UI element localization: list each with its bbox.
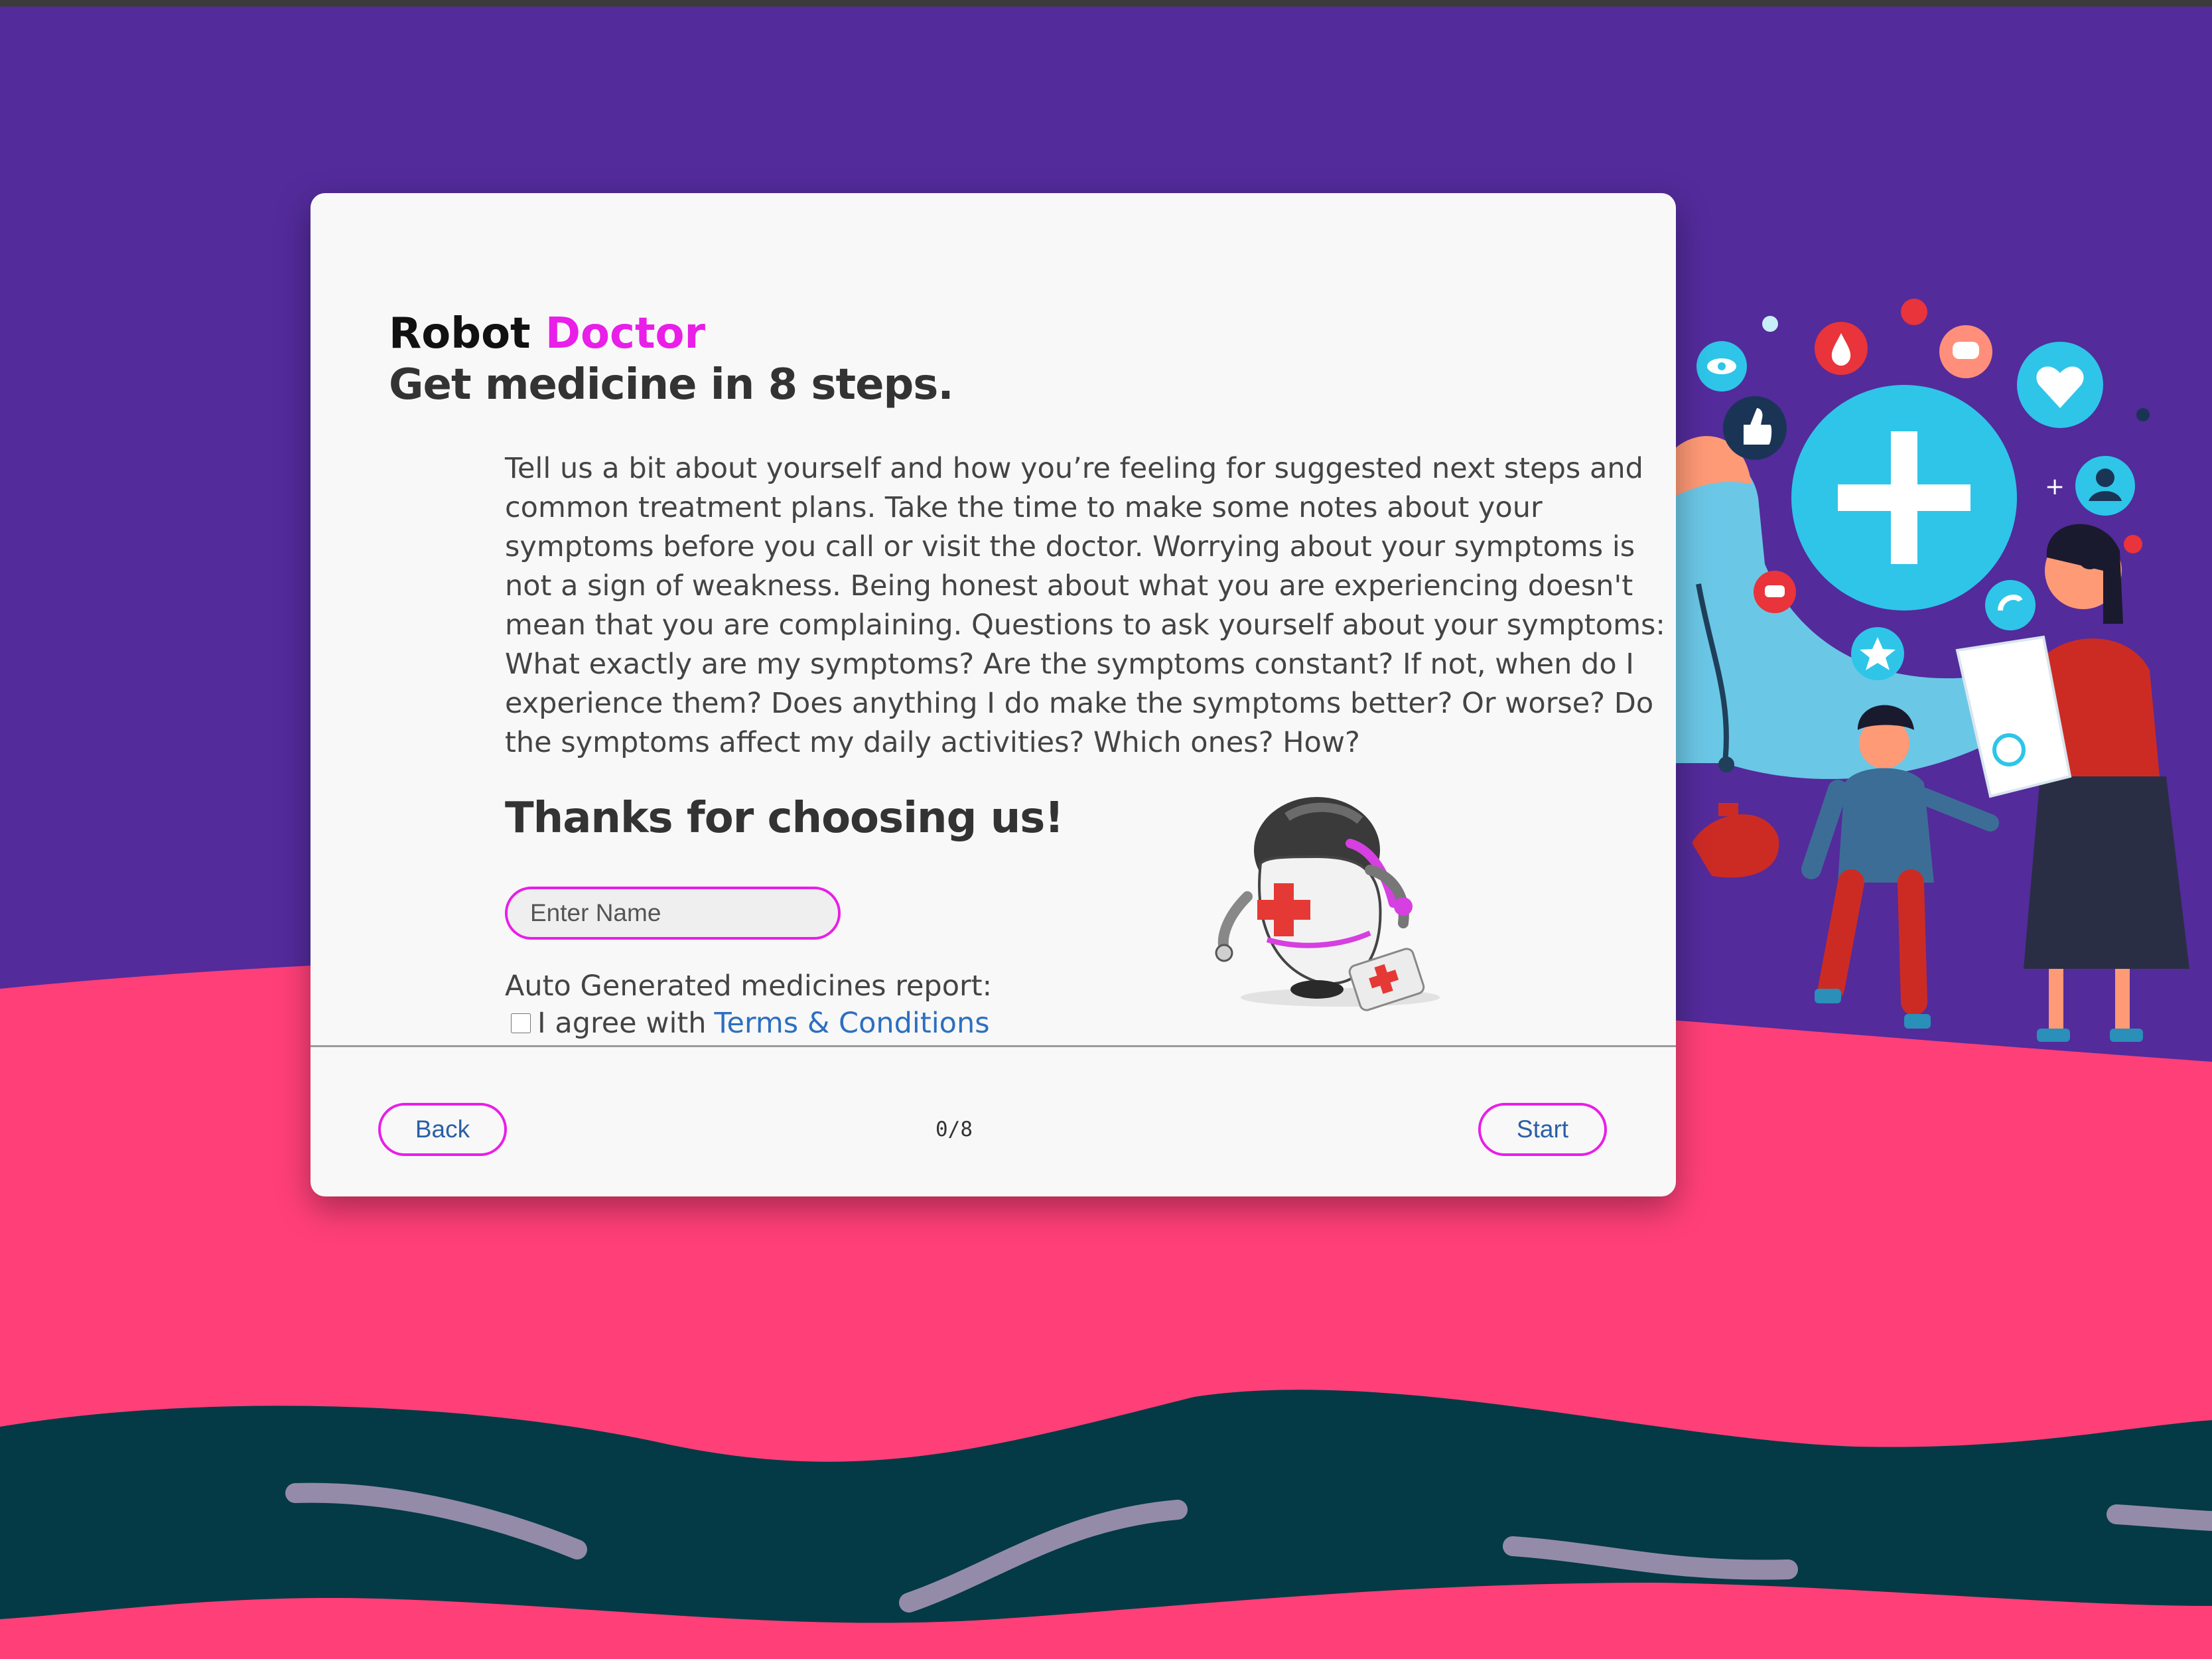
terms-agreement-row: I agree with Terms & Conditions [511,1007,990,1040]
intro-paragraph: Tell us a bit about yourself and how you… [505,452,1665,759]
terms-checkbox[interactable] [511,1013,531,1033]
report-label: Auto Generated medicines report: [505,970,993,1003]
brand-title: Robot Doctor [389,309,705,358]
page-subtitle: Get medicine in 8 steps. [389,360,954,409]
svg-text:+: + [2045,473,2065,500]
start-button[interactable]: Start [1478,1103,1607,1156]
step-counter: 0/8 [935,1118,973,1141]
thanks-heading: Thanks for choosing us! [505,794,1064,843]
footer-divider [311,1045,1676,1047]
signup-card: Robot Doctor Get medicine in 8 steps. Te… [311,193,1676,1196]
brand-accent: Doctor [545,309,706,358]
window-top-bar [0,0,2212,7]
terms-conditions-link[interactable]: Terms & Conditions [715,1007,990,1040]
agree-label: I agree with [537,1007,707,1040]
card-body: Robot Doctor Get medicine in 8 steps. Te… [311,193,1676,1045]
robot-doctor-mascot-icon [1215,797,1440,1011]
name-input[interactable] [505,887,841,940]
back-button[interactable]: Back [378,1103,507,1156]
brand-prefix: Robot [389,309,531,358]
healthcare-illustration: + [1672,299,2189,1042]
